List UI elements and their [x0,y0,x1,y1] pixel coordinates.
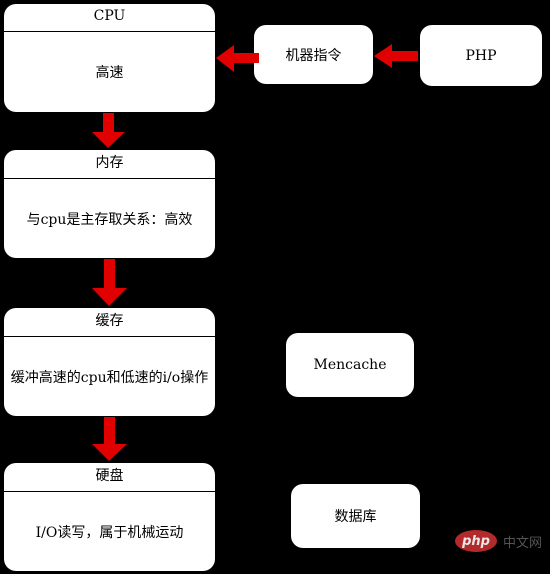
watermark-text: 中文网 [503,535,543,551]
php-logo-icon: php [455,530,497,552]
arrow-cpu-to-memory [92,113,125,148]
arrow-memory-to-cache [92,259,127,306]
watermark: php 中文网 [455,530,542,552]
arrows-layer [92,44,418,461]
arrow-php-to-instructions [374,44,418,68]
arrow-cache-to-disk [92,417,127,461]
arrow-instructions-to-cpu [216,45,259,72]
